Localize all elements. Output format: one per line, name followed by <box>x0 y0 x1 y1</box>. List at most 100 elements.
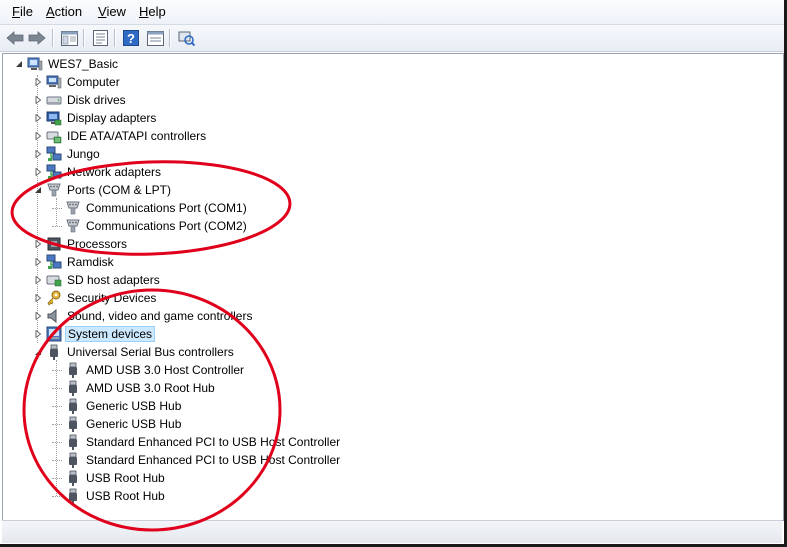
collapsed-triangle-icon[interactable] <box>33 149 43 159</box>
tree-label: Generic USB Hub <box>86 399 182 413</box>
properties-icon <box>92 30 108 46</box>
tree-node-display-adapters[interactable]: Display adapters <box>33 109 158 127</box>
port-icon <box>65 200 81 216</box>
tree-label: Processors <box>67 237 128 251</box>
collapsed-triangle-icon[interactable] <box>33 293 43 303</box>
collapsed-triangle-icon[interactable] <box>33 329 43 339</box>
tree-node-usb-device[interactable]: Standard Enhanced PCI to USB Host Contro… <box>52 451 342 469</box>
toolbar-separator <box>83 29 85 47</box>
help-icon: ? <box>123 30 139 46</box>
usb-icon <box>65 470 81 486</box>
port-icon <box>65 218 81 234</box>
tree-node-usb-device[interactable]: USB Root Hub <box>52 487 167 505</box>
collapsed-triangle-icon[interactable] <box>33 95 43 105</box>
tree-node-ramdisk[interactable]: Ramdisk <box>33 253 116 271</box>
tree-label: Ports (COM & LPT) <box>67 183 172 197</box>
tree-label: Sound, video and game controllers <box>67 309 253 323</box>
collapsed-triangle-icon[interactable] <box>33 77 43 87</box>
menu-file[interactable]: File <box>12 4 33 19</box>
usb-icon <box>65 380 81 396</box>
toolbar-separator <box>114 29 116 47</box>
status-bar <box>2 520 782 543</box>
toolbar-separator <box>52 29 54 47</box>
usb-icon <box>65 398 81 414</box>
device-manager-window: File Action View Help ? WES7_Basic Compu… <box>0 0 787 547</box>
menu-view[interactable]: View <box>98 4 126 19</box>
window-view-icon <box>146 30 164 46</box>
tree-label: Standard Enhanced PCI to USB Host Contro… <box>86 453 341 467</box>
tree-connector <box>52 369 62 371</box>
tree-node-usb-device[interactable]: Standard Enhanced PCI to USB Host Contro… <box>52 433 342 451</box>
sd-host-icon <box>46 272 62 288</box>
computer-icon <box>46 74 62 90</box>
tree-label: Disk drives <box>67 93 126 107</box>
disk-drive-icon <box>46 92 62 108</box>
expanded-triangle-icon[interactable] <box>14 59 24 69</box>
system-devices-icon <box>46 326 62 342</box>
properties-button[interactable] <box>90 28 110 48</box>
tree-label: Communications Port (COM1) <box>86 201 247 215</box>
tree-label: AMD USB 3.0 Host Controller <box>86 363 245 377</box>
help-button[interactable]: ? <box>121 28 141 48</box>
tree-node-com1[interactable]: Communications Port (COM1) <box>52 199 249 217</box>
tree-node-ports[interactable]: Ports (COM & LPT) <box>33 181 173 199</box>
tree-node-security-devices[interactable]: Security Devices <box>33 289 158 307</box>
expanded-triangle-icon[interactable] <box>33 185 43 195</box>
display-adapter-icon <box>46 110 62 126</box>
usb-icon <box>65 434 81 450</box>
tree-node-usb-device[interactable]: AMD USB 3.0 Root Hub <box>52 379 217 397</box>
tree-node-usb-device[interactable]: Generic USB Hub <box>52 397 183 415</box>
tree-node-computer[interactable]: Computer <box>33 73 122 91</box>
tree-label: SD host adapters <box>67 273 160 287</box>
collapsed-triangle-icon[interactable] <box>33 311 43 321</box>
tree-node-sd-host-adapters[interactable]: SD host adapters <box>33 271 162 289</box>
toolbar: ? <box>0 25 784 52</box>
tree-node-com2[interactable]: Communications Port (COM2) <box>52 217 249 235</box>
collapsed-triangle-icon[interactable] <box>33 167 43 177</box>
tree-node-processors[interactable]: Processors <box>33 235 129 253</box>
tree-node-root[interactable]: WES7_Basic <box>14 55 120 73</box>
tree-connector <box>52 387 62 389</box>
tree-node-usb-controllers[interactable]: Universal Serial Bus controllers <box>33 343 236 361</box>
console-tree-icon <box>60 30 78 46</box>
tree-label: Computer <box>67 75 120 89</box>
forward-arrow-icon <box>28 31 46 45</box>
collapsed-triangle-icon[interactable] <box>33 257 43 267</box>
collapsed-triangle-icon[interactable] <box>33 239 43 249</box>
network-icon <box>46 254 62 270</box>
tree-label: Ramdisk <box>67 255 114 269</box>
forward-button[interactable] <box>27 28 47 48</box>
usb-icon <box>46 344 62 360</box>
usb-icon <box>65 488 81 504</box>
tree-node-usb-device[interactable]: AMD USB 3.0 Host Controller <box>52 361 246 379</box>
tree-label: USB Root Hub <box>86 471 165 485</box>
tree-connector <box>52 423 62 425</box>
usb-icon <box>65 416 81 432</box>
tree-node-ide-controllers[interactable]: IDE ATA/ATAPI controllers <box>33 127 208 145</box>
tree-label: System devices <box>65 326 156 342</box>
menu-bar: File Action View Help <box>0 0 784 25</box>
menu-action[interactable]: Action <box>46 4 82 19</box>
tree-node-network-adapters[interactable]: Network adapters <box>33 163 163 181</box>
collapsed-triangle-icon[interactable] <box>33 113 43 123</box>
collapsed-triangle-icon[interactable] <box>33 131 43 141</box>
expanded-triangle-icon[interactable] <box>33 347 43 357</box>
tree-node-jungo[interactable]: Jungo <box>33 145 102 163</box>
back-button[interactable] <box>5 28 25 48</box>
tree-connector <box>52 459 62 461</box>
tree-label: Jungo <box>67 147 100 161</box>
tree-node-sound-video-game[interactable]: Sound, video and game controllers <box>33 307 254 325</box>
scan-hardware-changes-button[interactable] <box>176 28 196 48</box>
tree-node-usb-device[interactable]: USB Root Hub <box>52 469 167 487</box>
collapsed-triangle-icon[interactable] <box>33 275 43 285</box>
tree-node-system-devices[interactable]: System devices <box>33 325 156 343</box>
tree-node-disk-drives[interactable]: Disk drives <box>33 91 128 109</box>
scan-view-button[interactable] <box>145 28 165 48</box>
tree-node-usb-device[interactable]: Generic USB Hub <box>52 415 183 433</box>
usb-icon <box>65 452 81 468</box>
menu-help[interactable]: Help <box>139 4 166 19</box>
tree-label: AMD USB 3.0 Root Hub <box>86 381 215 395</box>
tree-label: Security Devices <box>67 291 157 305</box>
tree-label: Standard Enhanced PCI to USB Host Contro… <box>86 435 341 449</box>
show-hide-console-tree-button[interactable] <box>59 28 79 48</box>
